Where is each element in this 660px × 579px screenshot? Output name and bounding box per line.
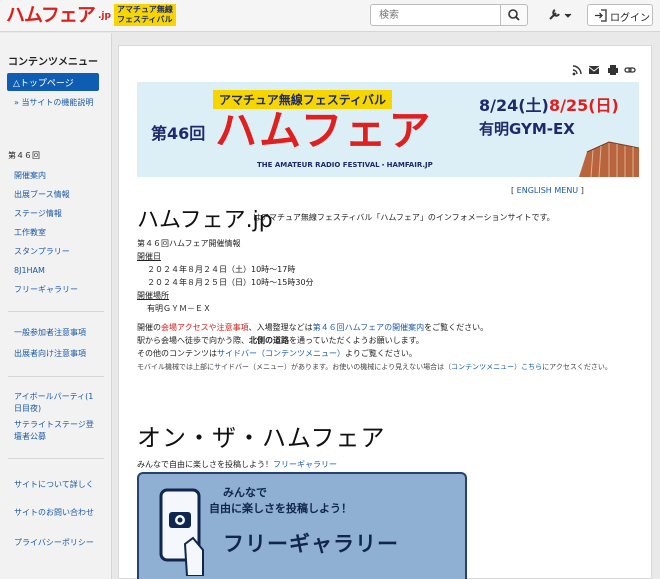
sidebar-item-general-notice[interactable]: 一般参加者注意事項 xyxy=(14,327,86,339)
notice-text: 、入場整理などは xyxy=(248,323,313,332)
sidebar-divider xyxy=(8,311,104,312)
search-button[interactable] xyxy=(500,4,528,26)
sidebar-link[interactable]: サイドバー（コンテンツメニュー） xyxy=(217,349,345,358)
banner-title: ハムフェア xyxy=(215,106,433,155)
sidebar-divider xyxy=(8,376,104,377)
banner-edition: 第46回 xyxy=(151,124,206,143)
sidebar-item-exhibitor-notice[interactable]: 出展者向け注意事項 xyxy=(14,348,86,360)
sidebar-item-top-page[interactable]: △トップページ xyxy=(7,73,99,91)
notice-paragraph-2: 駅から会場へ徒歩で向かう際、北側の道路を通っていただくようお願いします。 xyxy=(137,334,424,347)
english-menu: [ ENGLISH MENU ] xyxy=(511,186,584,195)
banner-venue: 有明GYM-EX xyxy=(479,120,575,138)
free-banner-line-2: 自由に楽しさを投稿しよう！ xyxy=(209,502,352,515)
tools-menu-button[interactable] xyxy=(541,4,575,26)
page-title-description: はアマチュア無線フェスティバル「ハムフェア」のインフォメーションサイトです。 xyxy=(253,213,555,222)
sidebar-title: コンテンツメニュー xyxy=(8,57,98,68)
free-gallery-text: みんなで自由に楽しさを投稿しよう！ xyxy=(137,460,273,469)
date-line-2: ２０２４年８月２５日（日）10時〜15時30分 xyxy=(147,278,314,287)
date-line-1: ２０２４年８月２４日（土）10時〜17時 xyxy=(147,265,296,274)
main-panel: アマチュア無線フェスティバル 第46回 ハムフェア THE AMATEUR RA… xyxy=(118,45,652,579)
banner-subtitle: THE AMATEUR RADIO FESTIVAL・HAMFAIR.JP xyxy=(257,161,433,169)
section-title: オン・ザ・ハムフェア xyxy=(137,424,386,452)
event-guide-link[interactable]: 第４６回ハムフェアの開催案内 xyxy=(313,323,425,332)
notice-text: その他のコンテンツは xyxy=(137,349,217,358)
mobile-notice-text: モバイル機械では上部にサイドバー（メニュー）があります。お使いの機械により見えな… xyxy=(137,363,445,371)
free-gallery-link[interactable]: フリーギャラリー xyxy=(273,460,337,469)
sidebar-divider xyxy=(8,458,104,459)
venue-building-image xyxy=(579,141,639,177)
search-input[interactable] xyxy=(370,4,501,26)
place-value: 有明ＧＹＭ－ＥＸ xyxy=(147,304,211,313)
notice-text: 駅から会場へ徒歩で向かう際、 xyxy=(137,336,249,345)
free-gallery-banner[interactable]: みんなで 自由に楽しさを投稿しよう！ フリーギャラリー xyxy=(137,472,467,579)
logo-main-text: ハムフェア xyxy=(6,4,96,26)
site-logo[interactable]: ハムフェア .jp アマチュア無線フェスティバル xyxy=(6,2,176,28)
mobile-notice-text: にアクセスください。 xyxy=(542,363,612,371)
info-heading: 第４６回ハムフェア開催情報 xyxy=(137,239,241,248)
search-icon xyxy=(508,9,520,21)
sidebar-item-workshop[interactable]: 工作教室 xyxy=(14,227,46,239)
notice-text: よりご覧ください。 xyxy=(345,349,417,358)
login-button[interactable]: ログイン xyxy=(587,4,653,26)
sidebar-item-privacy[interactable]: プライバシーポリシー xyxy=(14,537,98,549)
english-menu-close-bracket: ] xyxy=(578,186,584,195)
sidebar: コンテンツメニュー △トップページ » 当サイトの機能説明 第４６回 開催案内 … xyxy=(0,33,112,579)
sidebar-item-booth[interactable]: 出展ブース情報 xyxy=(14,189,70,201)
banner-date-1: 8/24(土) xyxy=(479,96,549,115)
page-tools xyxy=(571,64,641,76)
print-icon[interactable] xyxy=(608,65,618,75)
login-label: ログイン xyxy=(610,13,650,24)
banner-date-2: 8/25(日) xyxy=(549,96,619,115)
notice-paragraph-1: 開催の会場アクセスや注意事項、入場整理などは第４６回ハムフェアの開催案内をご覧く… xyxy=(137,321,488,334)
date-label: 開催日 xyxy=(137,252,161,261)
content-menu-link[interactable]: （コンテンツメニュー）こちら xyxy=(444,363,542,371)
venue-access-link[interactable]: 会場アクセスや注意事項 xyxy=(161,323,249,332)
sidebar-item-stamp-rally[interactable]: スタンプラリー xyxy=(14,246,70,258)
sidebar-item-stage[interactable]: ステージ情報 xyxy=(14,208,62,220)
sidebar-item-satellite-stage[interactable]: サテライトステージ登壇者公募 xyxy=(14,419,98,443)
free-gallery-line: みんなで自由に楽しさを投稿しよう！フリーギャラリー xyxy=(137,459,337,470)
mail-icon[interactable] xyxy=(588,66,600,74)
wrench-icon xyxy=(549,9,572,20)
notice-text: をご覧ください。 xyxy=(424,323,489,332)
notice-text: を通っていただくようお願いします。 xyxy=(289,336,424,345)
sidebar-item-8j1ham[interactable]: 8J1HAM xyxy=(14,265,45,277)
logo-sub-text: アマチュア無線フェスティバル xyxy=(114,4,176,26)
sidebar-item-free-gallery[interactable]: フリーギャラリー xyxy=(14,284,78,296)
mobile-notice: モバイル機械では上部にサイドバー（メニュー）があります。お使いの機械により見えな… xyxy=(137,362,635,373)
smartphone-camera-icon xyxy=(159,488,204,576)
sidebar-item-about-site[interactable]: サイトについて詳しく xyxy=(14,479,98,491)
sidebar-item-eyeball-party[interactable]: アイボールパーティ(1日目夜) xyxy=(14,391,98,415)
sidebar-item-guide[interactable]: 開催案内 xyxy=(14,170,46,182)
free-banner-title: フリーギャラリー xyxy=(223,532,399,556)
sidebar-item-contact[interactable]: サイトのお問い合わせ xyxy=(14,507,98,519)
hamfair-banner[interactable]: アマチュア無線フェスティバル 第46回 ハムフェア THE AMATEUR RA… xyxy=(137,82,639,177)
logo-jp-text: .jp xyxy=(98,11,111,21)
sidebar-section-46: 第４６回 xyxy=(8,151,40,160)
place-label: 開催場所 xyxy=(137,291,169,300)
top-bar: ハムフェア .jp アマチュア無線フェスティバル ログイン xyxy=(0,0,660,32)
link-icon[interactable] xyxy=(624,67,636,73)
notice-text: 開催の xyxy=(137,323,161,332)
north-road-text: 北側の道路 xyxy=(249,336,289,345)
free-banner-line-1: みんなで xyxy=(223,486,267,499)
login-icon xyxy=(595,9,607,22)
rss-icon[interactable] xyxy=(572,65,582,76)
sidebar-item-site-features[interactable]: » 当サイトの機能説明 xyxy=(14,97,98,109)
notice-paragraph-3: その他のコンテンツはサイドバー（コンテンツメニュー）よりご覧ください。 xyxy=(137,347,417,360)
english-menu-link[interactable]: ENGLISH MENU xyxy=(517,186,579,195)
